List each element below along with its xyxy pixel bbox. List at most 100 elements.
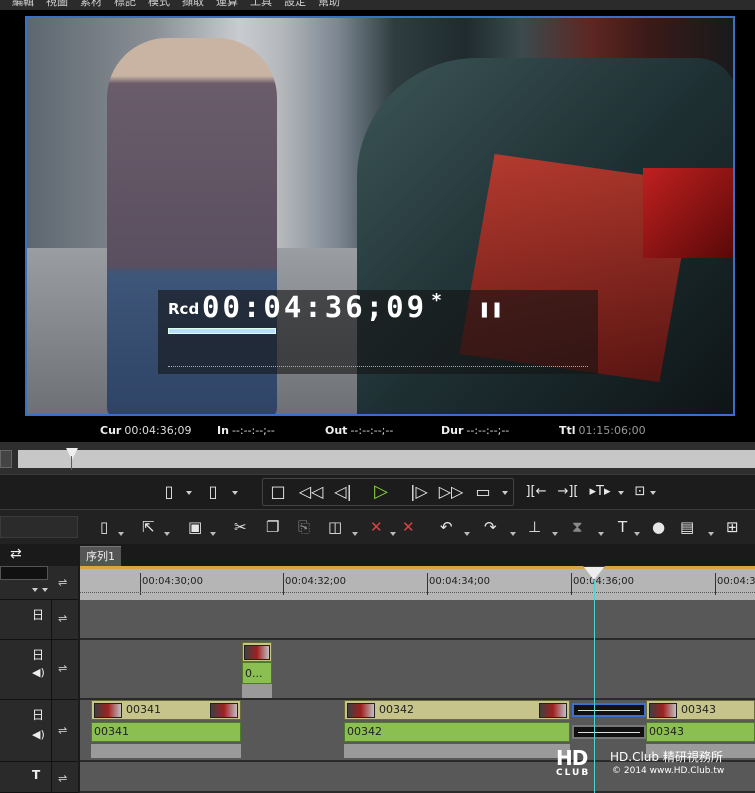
scrub-track[interactable] (18, 450, 755, 468)
open-dropdown[interactable] (164, 532, 170, 536)
cur-readout: Cur 00:04:36;09 (100, 424, 192, 437)
menu-tools[interactable]: 工具 (250, 0, 272, 7)
title-dropdown[interactable] (634, 532, 640, 536)
pause-icon: ❚❚ (478, 300, 504, 318)
step-back-icon[interactable]: ◁| (332, 481, 354, 503)
paste-icon[interactable]: ⎘ (298, 518, 310, 536)
grid-icon[interactable]: ⊞ (726, 518, 739, 536)
menu-clip[interactable]: 素材 (80, 0, 102, 7)
split-icon[interactable]: ▸T▸ (588, 481, 612, 503)
export-icon[interactable]: ▤ (680, 518, 694, 536)
snap-dropdown[interactable] (552, 532, 558, 536)
link-icon[interactable]: ⧗ (572, 518, 583, 536)
match-frame-icon[interactable]: ⊡ (632, 481, 648, 503)
play-icon[interactable]: ▷ (370, 481, 392, 503)
undo-dropdown[interactable] (464, 532, 470, 536)
rewind-icon[interactable]: ◁◁ (298, 481, 324, 503)
ripple-delete-icon[interactable]: ✕ (402, 518, 415, 536)
split-dropdown[interactable] (618, 491, 624, 495)
replace-icon[interactable]: ◫ (328, 518, 342, 536)
redo-icon[interactable]: ↷ (484, 518, 497, 536)
clip-thumbnail (244, 645, 270, 660)
menu-view[interactable]: 視圖 (46, 0, 68, 7)
audio-clip-00341[interactable]: 00341 (91, 722, 241, 742)
sync-lock-icon[interactable]: ⇌ (58, 612, 67, 625)
transition-selected[interactable] (572, 703, 646, 717)
ruler-sync-icon[interactable]: ⇌ (58, 576, 67, 589)
clip-small-audio[interactable]: 0... (242, 662, 272, 684)
ttl-readout: Ttl 01:15:06;00 (559, 424, 646, 437)
title-track-icon: T (32, 768, 41, 782)
toolbar-spacer (0, 516, 78, 538)
scrub-bar[interactable] (0, 442, 755, 474)
title-icon[interactable]: T (618, 518, 627, 536)
sync-lock-icon[interactable]: ⇌ (58, 662, 67, 675)
copy-icon[interactable]: ❐ (266, 518, 279, 536)
snap-icon[interactable]: ⊥ (528, 518, 541, 536)
menu-mode[interactable]: 模式 (148, 0, 170, 7)
timecode-value: 00:04:36;09 * (202, 290, 445, 324)
watermark: HD CLUB HD.Club 精研視務所 © 2014 www.HD.Club… (556, 746, 755, 793)
save-dropdown[interactable] (210, 532, 216, 536)
car-taillight (643, 168, 733, 258)
audio-transition[interactable] (572, 725, 646, 739)
clip-small-video[interactable] (242, 642, 272, 662)
audio-clip-00343[interactable]: 00343 (646, 722, 755, 742)
track-height-field[interactable] (0, 566, 48, 580)
match-frame-dropdown[interactable] (650, 491, 656, 495)
audio-clip-00342[interactable]: 00342 (344, 722, 570, 742)
menu-marker[interactable]: 標記 (114, 0, 136, 7)
set-in-icon[interactable]: ▯ (162, 481, 176, 503)
in-readout: In --:--:--;-- (217, 424, 275, 437)
step-forward-icon[interactable]: |▷ (408, 481, 430, 503)
track-header-v2[interactable]: 日 ⇌ (0, 600, 78, 640)
swap-icon[interactable]: ⇄ (10, 546, 22, 562)
new-sequence-dropdown[interactable] (118, 532, 124, 536)
viewer-status: Cur 00:04:36;09 In --:--:--;-- Out --:--:--… (0, 420, 755, 444)
video-clip-00343[interactable]: 00343 (646, 700, 755, 720)
stop-icon[interactable]: □ (268, 481, 288, 503)
ruler-dropdown-1[interactable] (32, 588, 38, 592)
menu-help[interactable]: 幫助 (318, 0, 340, 7)
track-header-v1[interactable]: 日 ◀) ⇌ (0, 640, 78, 700)
replace-dropdown[interactable] (352, 532, 358, 536)
link-dropdown[interactable] (598, 532, 604, 536)
transition-line (578, 732, 640, 733)
set-out-icon[interactable]: ▯ (206, 481, 220, 503)
export-dropdown[interactable] (708, 532, 714, 536)
transition-line (578, 710, 640, 711)
open-icon[interactable]: ⇱ (142, 518, 155, 536)
ruler-header: ⇌ (0, 566, 78, 600)
mark-out-edit-icon[interactable]: →][ (556, 481, 580, 503)
scrub-start[interactable] (0, 450, 12, 468)
menu-render[interactable]: 運算 (216, 0, 238, 7)
mic-icon[interactable]: ● (652, 518, 665, 536)
redo-dropdown[interactable] (510, 532, 516, 536)
ruler-dropdown-2[interactable] (42, 588, 48, 592)
delete-dropdown[interactable] (390, 532, 396, 536)
sync-lock-icon[interactable]: ⇌ (58, 724, 67, 737)
new-sequence-icon[interactable]: ▯ (100, 518, 108, 536)
undo-icon[interactable]: ↶ (440, 518, 453, 536)
save-icon[interactable]: ▣ (188, 518, 202, 536)
video-clip-00342[interactable]: 00342 (344, 700, 570, 720)
lane-v2[interactable] (80, 600, 755, 640)
timeline-ruler[interactable]: 00:04:30;00 00:04:32;00 00:04:34;00 00:0… (80, 566, 755, 600)
menu-capture[interactable]: 擷取 (182, 0, 204, 7)
loop-icon[interactable]: ▭ (474, 481, 492, 503)
sync-lock-icon[interactable]: ⇌ (58, 772, 67, 785)
mark-in-edit-icon[interactable]: ][← (524, 481, 548, 503)
fast-forward-icon[interactable]: ▷▷ (438, 481, 464, 503)
recorder-viewer[interactable]: Rcd 00:04:36;09 * ❚❚ Cur 00:04:36;09 In --:… (0, 10, 755, 442)
cut-icon[interactable]: ✂ (234, 518, 247, 536)
lane-v1[interactable]: 0... (80, 640, 755, 700)
menu-edit[interactable]: 編輯 (12, 0, 34, 7)
track-header-title[interactable]: T ⇌ (0, 762, 78, 793)
menu-settings[interactable]: 設定 (284, 0, 306, 7)
set-out-dropdown[interactable] (232, 491, 238, 495)
set-in-dropdown[interactable] (186, 491, 192, 495)
delete-icon[interactable]: ✕ (370, 518, 383, 536)
tab-sequence-1[interactable]: 序列1 (80, 546, 121, 566)
track-header-va[interactable]: 日 ◀) ⇌ (0, 700, 78, 762)
video-clip-00341[interactable]: 00341 (91, 700, 241, 720)
